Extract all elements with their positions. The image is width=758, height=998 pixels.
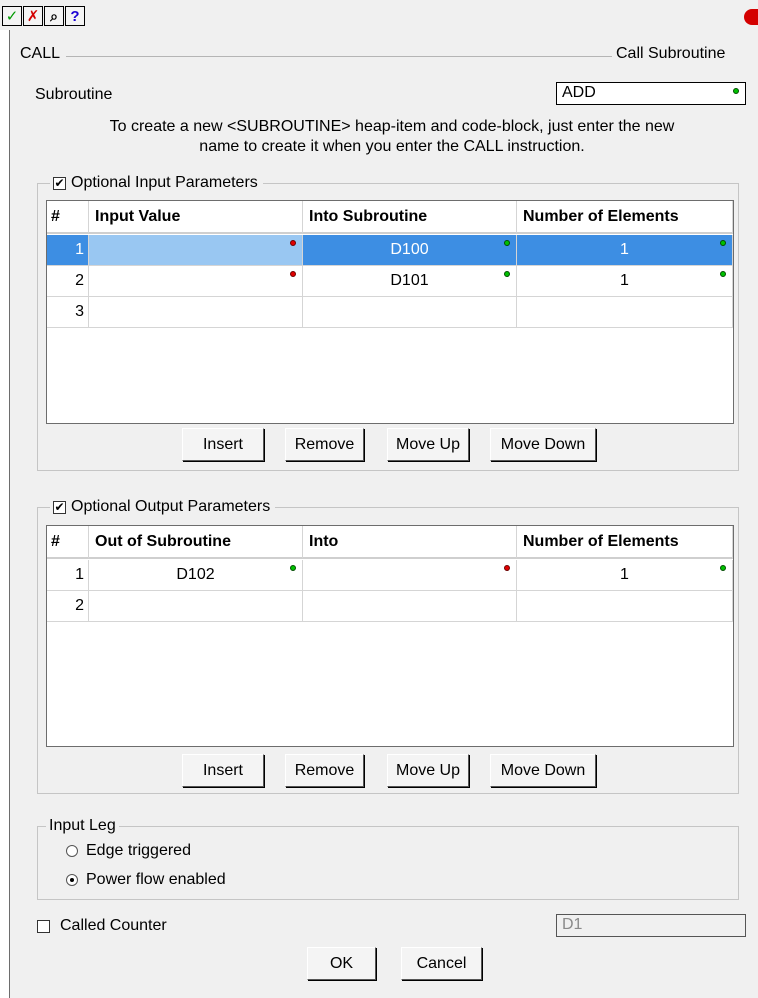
status-indicator-icon [744, 9, 758, 25]
find-icon[interactable]: ⌕ [44, 6, 64, 26]
header-divider [66, 56, 612, 57]
invalid-indicator-icon [290, 271, 296, 277]
cancel-button[interactable]: Cancel [401, 947, 482, 980]
ok-button[interactable]: OK [307, 947, 376, 980]
output-move-up-button[interactable]: Move Up [387, 754, 469, 787]
valid-indicator-icon [720, 565, 726, 571]
check-icon[interactable]: ✓ [2, 6, 22, 26]
into-cell[interactable] [303, 591, 517, 622]
called-counter-option[interactable]: Called Counter [37, 917, 167, 935]
column-header[interactable]: Into [303, 526, 517, 559]
output-move-down-button[interactable]: Move Down [490, 754, 596, 787]
out-of-subroutine-cell[interactable] [89, 591, 303, 622]
into-subroutine-cell[interactable]: D100 [303, 235, 517, 266]
valid-indicator-icon [733, 88, 739, 94]
valid-indicator-icon [720, 240, 726, 246]
called-counter-label: Called Counter [60, 917, 167, 934]
column-header[interactable]: # [47, 526, 89, 559]
column-header[interactable]: Number of Elements [517, 201, 733, 234]
into-subroutine-cell[interactable] [303, 297, 517, 328]
edge-triggered-label: Edge triggered [86, 842, 191, 859]
output-remove-button[interactable]: Remove [285, 754, 364, 787]
table-row[interactable]: 2 D101 1 [47, 266, 733, 297]
called-counter-checkbox[interactable] [37, 919, 50, 933]
input-value-cell[interactable] [89, 235, 303, 266]
output-params-checkbox[interactable]: ✔ [53, 500, 66, 514]
table-row[interactable]: 1 D100 1 [47, 235, 733, 266]
edge-triggered-option[interactable]: Edge triggered [66, 842, 191, 860]
subroutine-value: ADD [562, 84, 596, 101]
input-leg-title: Input Leg [46, 817, 119, 835]
input-value-cell[interactable] [89, 297, 303, 328]
window-edge [0, 30, 10, 998]
edge-triggered-radio[interactable] [66, 845, 78, 857]
column-header[interactable]: Number of Elements [517, 526, 733, 559]
input-value-cell[interactable] [89, 266, 303, 297]
output-insert-button[interactable]: Insert [182, 754, 264, 787]
subroutine-input[interactable]: ADD [556, 82, 746, 105]
row-number: 1 [47, 560, 89, 591]
input-params-title-label: Optional Input Parameters [71, 174, 258, 191]
valid-indicator-icon [720, 271, 726, 277]
table-row[interactable]: 3 [47, 297, 733, 328]
input-move-up-button[interactable]: Move Up [387, 428, 469, 461]
column-header[interactable]: Input Value [89, 201, 303, 234]
output-params-title: ✔ Optional Output Parameters [50, 498, 276, 516]
grid-header: # Out of Subroutine Into Number of Eleme… [47, 526, 733, 559]
invalid-indicator-icon [290, 240, 296, 246]
input-remove-button[interactable]: Remove [285, 428, 364, 461]
valid-indicator-icon [504, 240, 510, 246]
power-flow-label: Power flow enabled [86, 871, 226, 888]
instruction-name: CALL [20, 45, 61, 62]
row-number: 3 [47, 297, 89, 328]
dialog-title: Call Subroutine [616, 45, 726, 62]
toolbar: ✓ ✗ ⌕ ? [0, 0, 758, 30]
valid-indicator-icon [504, 271, 510, 277]
power-flow-radio[interactable] [66, 874, 78, 886]
column-header[interactable]: Into Subroutine [303, 201, 517, 234]
grid-header: # Input Value Into Subroutine Number of … [47, 201, 733, 234]
row-number: 1 [47, 235, 89, 266]
into-cell[interactable] [303, 560, 517, 591]
called-counter-input: D1 [556, 914, 746, 937]
elements-cell[interactable]: 1 [517, 235, 733, 266]
subroutine-label: Subroutine [35, 86, 113, 103]
column-header[interactable]: Out of Subroutine [89, 526, 303, 559]
elements-cell[interactable] [517, 297, 733, 328]
power-flow-option[interactable]: Power flow enabled [66, 871, 226, 889]
out-of-subroutine-cell[interactable]: D102 [89, 560, 303, 591]
valid-indicator-icon [290, 565, 296, 571]
invalid-indicator-icon [504, 565, 510, 571]
table-row[interactable]: 2 [47, 591, 733, 622]
row-number: 2 [47, 266, 89, 297]
column-header[interactable]: # [47, 201, 89, 234]
elements-cell[interactable]: 1 [517, 266, 733, 297]
cancel-x-icon[interactable]: ✗ [23, 6, 43, 26]
into-subroutine-cell[interactable]: D101 [303, 266, 517, 297]
input-params-checkbox[interactable]: ✔ [53, 176, 66, 190]
elements-cell[interactable]: 1 [517, 560, 733, 591]
elements-cell[interactable] [517, 591, 733, 622]
output-params-grid: # Out of Subroutine Into Number of Eleme… [46, 525, 734, 747]
input-move-down-button[interactable]: Move Down [490, 428, 596, 461]
output-params-title-label: Optional Output Parameters [71, 498, 271, 515]
row-number: 2 [47, 591, 89, 622]
subroutine-hint-line-2: name to create it when you enter the CAL… [199, 138, 585, 155]
subroutine-hint-line-1: To create a new <SUBROUTINE> heap-item a… [109, 118, 675, 135]
help-icon[interactable]: ? [65, 6, 85, 26]
input-params-grid: # Input Value Into Subroutine Number of … [46, 200, 734, 424]
input-params-title: ✔ Optional Input Parameters [50, 174, 263, 192]
table-row[interactable]: 1 D102 1 [47, 560, 733, 591]
input-insert-button[interactable]: Insert [182, 428, 264, 461]
